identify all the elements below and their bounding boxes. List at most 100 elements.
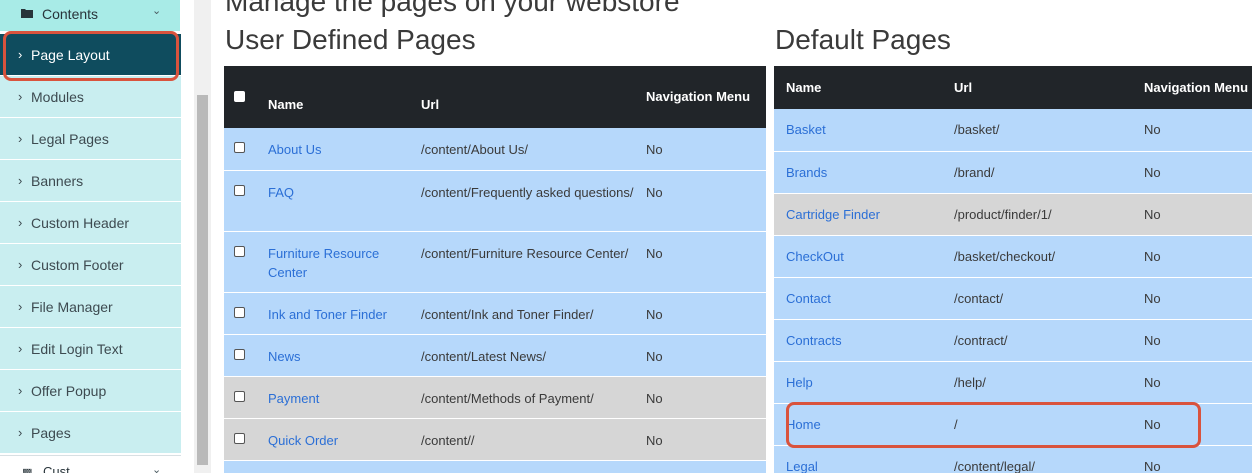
table-header-row: Name Url Navigation Menu [774,66,1252,109]
checkbox-cell [224,334,256,376]
sidebar-item-custom-footer[interactable]: › Custom Footer [0,244,181,286]
page-link[interactable]: About Us [268,142,321,157]
name-cell: CheckOut [774,235,954,277]
sidebar-item-pages[interactable]: › Pages [0,412,181,454]
row-checkbox[interactable] [234,306,245,318]
sidebar-item-legal-pages[interactable]: › Legal Pages [0,118,181,160]
sidebar-item-edit-login-text[interactable]: › Edit Login Text [0,328,181,370]
chevron-right-icon: › [18,173,23,188]
sidebar-group-contents[interactable]: Contents ⌄ [0,0,180,31]
table-row: Payment /content/Methods of Payment/ No [224,376,766,418]
sidebar-item-modules[interactable]: › Modules [0,76,181,118]
sidebar-item-file-manager[interactable]: › File Manager [0,286,181,328]
name-cell: FAQ [256,170,421,231]
url-cell: /content/legal/ [954,458,1035,473]
row-checkbox[interactable] [234,432,245,444]
nav-cell: No [1144,164,1161,180]
table-row: Cartridge Finder /product/finder/1/ No [774,193,1252,235]
sidebar-item-label: Legal Pages [31,130,109,147]
name-cell [256,460,421,473]
page-link[interactable]: Contracts [786,333,842,348]
url-cell: /content/Furniture Resource Center/ [421,245,629,261]
users-icon: ▩ [22,467,33,473]
nav-cell: No [646,245,663,261]
chevron-right-icon: › [18,383,23,398]
nav-cell: No [646,142,663,157]
column-header-url[interactable]: Url [954,66,1144,109]
page-link[interactable]: Help [786,375,813,390]
page-link[interactable]: Basket [786,122,826,137]
page-link[interactable]: Ink and Toner Finder [268,307,387,322]
url-cell [421,460,646,473]
page-link[interactable]: Furniture Resource Center [268,246,379,280]
name-cell: Help [774,361,954,403]
chevron-down-icon[interactable]: ⌄ [152,4,161,17]
name-cell: About Us [256,128,421,170]
chevron-right-icon: › [18,299,23,314]
nav-cell: No [1144,332,1161,348]
sidebar-item-label: Custom Footer [31,256,124,273]
sidebar-group-customers[interactable]: ▩ Cust ⌄ [0,455,181,473]
table-row: Contact /contact/ No [774,277,1252,319]
default-pages-title: Default Pages [775,24,951,55]
user-pages-table: Name Url Navigation Menu About Us /conte… [224,66,766,473]
page-link[interactable]: Quick Order [268,433,338,448]
column-header-name[interactable]: Name [256,66,421,128]
chevron-right-icon: › [18,89,23,104]
name-cell: Contact [774,277,954,319]
chevron-right-icon: › [18,215,23,230]
row-checkbox[interactable] [234,184,245,196]
table-header-row: Name Url Navigation Menu [224,66,766,128]
name-cell: Furniture Resource Center [256,231,421,292]
table-row [224,460,766,473]
page-link[interactable]: FAQ [268,185,294,200]
page-link[interactable]: Payment [268,391,319,406]
url-cell: /brand/ [954,164,995,180]
page-link[interactable]: News [268,349,301,364]
checkbox-cell [224,460,256,473]
nav-cell: No [646,348,663,364]
column-header-name[interactable]: Name [774,66,954,109]
nav-cell: No [646,390,663,406]
sidebar-item-offer-popup[interactable]: › Offer Popup [0,370,181,412]
column-header-navigation-menu[interactable]: Navigation Menu [646,66,766,128]
page-link[interactable]: Legal [786,459,818,473]
row-checkbox[interactable] [234,245,245,257]
url-cell: /content/About Us/ [421,142,528,157]
page-link[interactable]: CheckOut [786,249,844,264]
name-cell: Ink and Toner Finder [256,292,421,334]
row-checkbox[interactable] [234,348,245,360]
checkbox-cell [224,231,256,292]
select-all-checkbox[interactable] [234,90,245,102]
scrollbar-thumb[interactable] [197,95,208,465]
sidebar-item-banners[interactable]: › Banners [0,160,181,202]
url-cell: /content/Frequently asked questions/ [421,184,634,200]
page-link[interactable]: Cartridge Finder [786,207,880,222]
chevron-right-icon: › [18,131,23,146]
checkbox-cell [224,376,256,418]
row-checkbox[interactable] [234,390,245,402]
page-link[interactable]: Brands [786,165,827,180]
select-all-cell [224,66,256,128]
sidebar: Contents ⌄ › Page Layout › Modules › Leg… [0,0,182,473]
sidebar-item-label: Custom Header [31,214,130,231]
column-header-navigation-menu[interactable]: Navigation Menu [1144,66,1252,109]
checkbox-cell [224,170,256,231]
sidebar-item-label: Pages [31,424,71,441]
nav-cell: No [646,184,663,200]
chevron-right-icon: › [18,257,23,272]
table-row: Brands /brand/ No [774,151,1252,193]
chevron-down-icon[interactable]: ⌄ [152,463,161,473]
row-checkbox[interactable] [234,142,245,153]
nav-cell: No [1144,290,1161,306]
nav-cell: No [1144,206,1161,222]
sidebar-item-custom-header[interactable]: › Custom Header [0,202,181,244]
nav-cell: No [1144,122,1161,138]
sidebar-item-label: Offer Popup [31,382,107,399]
page-link[interactable]: Contact [786,291,831,306]
column-header-url[interactable]: Url [421,66,646,128]
chevron-right-icon: › [18,341,23,356]
name-cell: Quick Order [256,418,421,460]
highlight-outline [786,402,1201,448]
table-row: Legal /content/legal/ No [774,445,1252,473]
